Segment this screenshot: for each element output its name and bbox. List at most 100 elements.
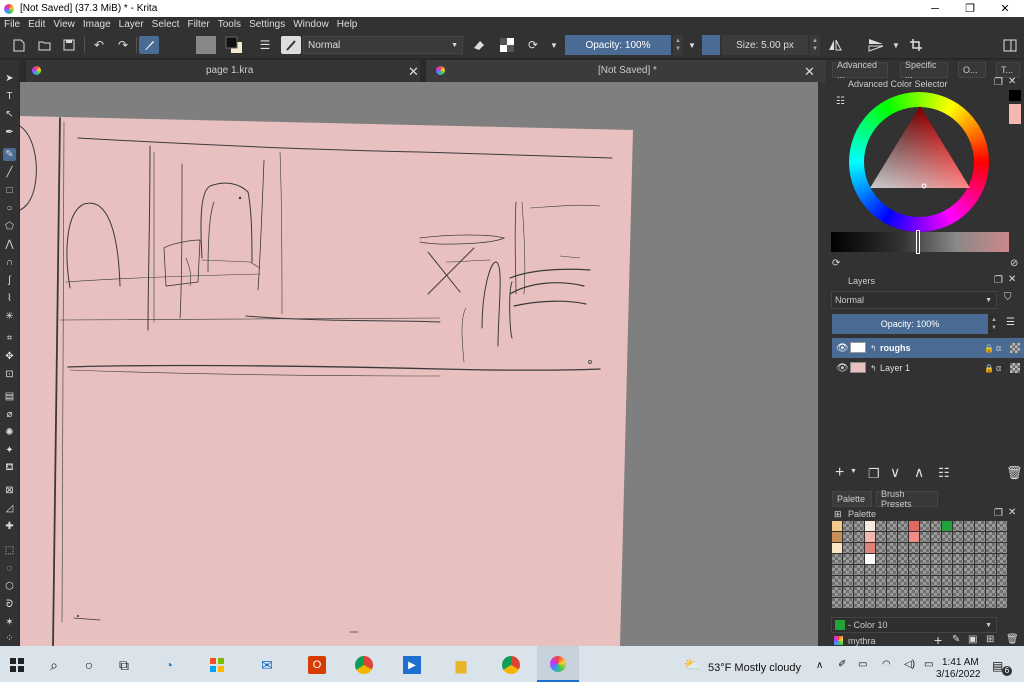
close-tab-icon[interactable]: ✕ bbox=[804, 64, 815, 80]
palette-swatch[interactable] bbox=[975, 554, 985, 564]
palette-swatch[interactable] bbox=[931, 565, 941, 575]
undo-icon[interactable]: ↶ bbox=[90, 36, 108, 54]
palette-swatch[interactable] bbox=[953, 598, 963, 608]
polygon-selection-tool-icon[interactable]: ⬡ bbox=[3, 580, 16, 593]
colorize-mask-tool-icon[interactable]: ✦ bbox=[3, 444, 16, 457]
palette-swatch[interactable] bbox=[997, 543, 1007, 553]
palette-swatch[interactable] bbox=[832, 576, 842, 586]
palette-swatch[interactable] bbox=[865, 543, 875, 553]
palette-swatch[interactable] bbox=[909, 565, 919, 575]
inherit-alpha-icon[interactable] bbox=[1010, 343, 1020, 353]
palette-swatch[interactable] bbox=[909, 587, 919, 597]
palette-swatch[interactable] bbox=[964, 587, 974, 597]
palette-swatch[interactable] bbox=[986, 587, 996, 597]
tab-specific-color[interactable]: Specific ... bbox=[900, 60, 948, 80]
add-layer-icon[interactable]: + bbox=[835, 464, 844, 482]
size-slider[interactable]: Size: 5.00 px bbox=[722, 35, 808, 55]
move-layer-up-icon[interactable]: ∧ bbox=[914, 464, 924, 481]
filter-icon[interactable]: ⛉ bbox=[1004, 292, 1012, 303]
close-tab-icon[interactable]: ✕ bbox=[408, 64, 419, 80]
palette-swatch[interactable] bbox=[964, 576, 974, 586]
close-window-button[interactable]: ✕ bbox=[988, 0, 1022, 17]
palette-swatch-grid[interactable] bbox=[832, 521, 1008, 617]
palette-swatch[interactable] bbox=[887, 532, 897, 542]
close-panel-icon[interactable]: ✕ bbox=[1008, 507, 1016, 518]
mirror-horizontal-icon[interactable] bbox=[826, 36, 844, 54]
palette-swatch[interactable] bbox=[887, 554, 897, 564]
menu-settings[interactable]: Settings bbox=[249, 19, 285, 30]
palette-swatch[interactable] bbox=[843, 521, 853, 531]
opacity-options-chevron-icon[interactable]: ▼ bbox=[686, 36, 698, 54]
palette-swatch[interactable] bbox=[909, 532, 919, 542]
float-panel-icon[interactable]: ❐ bbox=[994, 77, 1003, 88]
palette-swatch[interactable] bbox=[975, 521, 985, 531]
restore-button[interactable]: ❐ bbox=[953, 0, 987, 17]
layer-name[interactable]: Layer 1 bbox=[880, 363, 910, 373]
palette-swatch[interactable] bbox=[975, 543, 985, 553]
palette-swatch[interactable] bbox=[832, 532, 842, 542]
mirror-options-chevron-icon[interactable]: ▼ bbox=[890, 36, 902, 54]
palette-swatch[interactable] bbox=[832, 598, 842, 608]
palette-swatch[interactable] bbox=[975, 598, 985, 608]
palette-swatch[interactable] bbox=[854, 554, 864, 564]
menu-select[interactable]: Select bbox=[152, 19, 180, 30]
save-palette-icon[interactable]: ▣ bbox=[968, 634, 977, 645]
windows-start-icon[interactable] bbox=[8, 656, 26, 674]
layer-properties-icon[interactable]: ☷ bbox=[938, 465, 950, 481]
tab-page-1[interactable]: page 1.kra ✕ bbox=[26, 60, 420, 82]
palette-swatch[interactable] bbox=[876, 576, 886, 586]
menu-help[interactable]: Help bbox=[337, 19, 358, 30]
polyline-tool-icon[interactable]: ⋀ bbox=[3, 238, 16, 251]
chrome-icon[interactable] bbox=[355, 656, 373, 674]
palette-swatch[interactable] bbox=[997, 576, 1007, 586]
palette-swatch[interactable] bbox=[876, 554, 886, 564]
palette-swatch[interactable] bbox=[997, 598, 1007, 608]
palette-swatch[interactable] bbox=[942, 598, 952, 608]
palette-swatch[interactable] bbox=[887, 576, 897, 586]
krita-taskbar-button[interactable] bbox=[537, 646, 579, 682]
layer-blend-mode-select[interactable]: Normal ▼ bbox=[831, 291, 997, 309]
palette-swatch[interactable] bbox=[909, 554, 919, 564]
palette-swatch[interactable] bbox=[920, 532, 930, 542]
size-spinner[interactable]: ▲ ▼ bbox=[810, 35, 820, 55]
palette-swatch[interactable] bbox=[953, 543, 963, 553]
mail-icon[interactable]: ✉ bbox=[258, 656, 276, 674]
duplicate-layer-icon[interactable]: ❐ bbox=[868, 466, 880, 482]
gradient-tool-icon[interactable]: ▤ bbox=[3, 390, 16, 403]
lock-icon[interactable]: 🔒 bbox=[984, 344, 994, 353]
fill-pattern-icon[interactable] bbox=[196, 36, 216, 54]
palette-swatch[interactable] bbox=[986, 532, 996, 542]
palette-swatch[interactable] bbox=[920, 565, 930, 575]
palette-swatch[interactable] bbox=[942, 576, 952, 586]
palette-swatch[interactable] bbox=[843, 532, 853, 542]
palette-swatch[interactable] bbox=[898, 598, 908, 608]
multibrush-tool-icon[interactable]: ✳ bbox=[3, 310, 16, 323]
fill-tool-icon[interactable]: ⛾ bbox=[3, 462, 16, 475]
open-folder-icon[interactable] bbox=[35, 36, 53, 54]
palette-swatch[interactable] bbox=[898, 587, 908, 597]
palette-swatch[interactable] bbox=[964, 565, 974, 575]
weather-icon[interactable]: ⛅ bbox=[683, 656, 701, 674]
palette-swatch[interactable] bbox=[931, 543, 941, 553]
redo-icon[interactable]: ↷ bbox=[114, 36, 132, 54]
palette-swatch[interactable] bbox=[986, 576, 996, 586]
opacity-slider[interactable]: Opacity: 100% bbox=[565, 35, 671, 55]
palette-swatch[interactable] bbox=[876, 565, 886, 575]
canvas-viewport[interactable] bbox=[20, 82, 818, 646]
palette-swatch[interactable] bbox=[986, 554, 996, 564]
brush-editor-icon[interactable] bbox=[139, 36, 159, 54]
measure-tool-icon[interactable]: ◿ bbox=[3, 502, 16, 515]
palette-swatch[interactable] bbox=[865, 521, 875, 531]
palette-swatch[interactable] bbox=[832, 587, 842, 597]
color-picker-tool-icon[interactable]: ⌀ bbox=[3, 408, 16, 421]
palette-swatch[interactable] bbox=[920, 576, 930, 586]
menu-edit[interactable]: Edit bbox=[28, 19, 45, 30]
palette-swatch[interactable] bbox=[832, 543, 842, 553]
transform-tool-icon[interactable]: ⊡ bbox=[3, 368, 16, 381]
blend-mode-select[interactable]: Normal ▼ bbox=[303, 36, 463, 54]
palette-swatch[interactable] bbox=[986, 565, 996, 575]
palette-swatch[interactable] bbox=[854, 532, 864, 542]
palette-swatch[interactable] bbox=[953, 532, 963, 542]
eye-icon[interactable]: 👁 bbox=[836, 343, 849, 354]
palette-swatch[interactable] bbox=[975, 532, 985, 542]
